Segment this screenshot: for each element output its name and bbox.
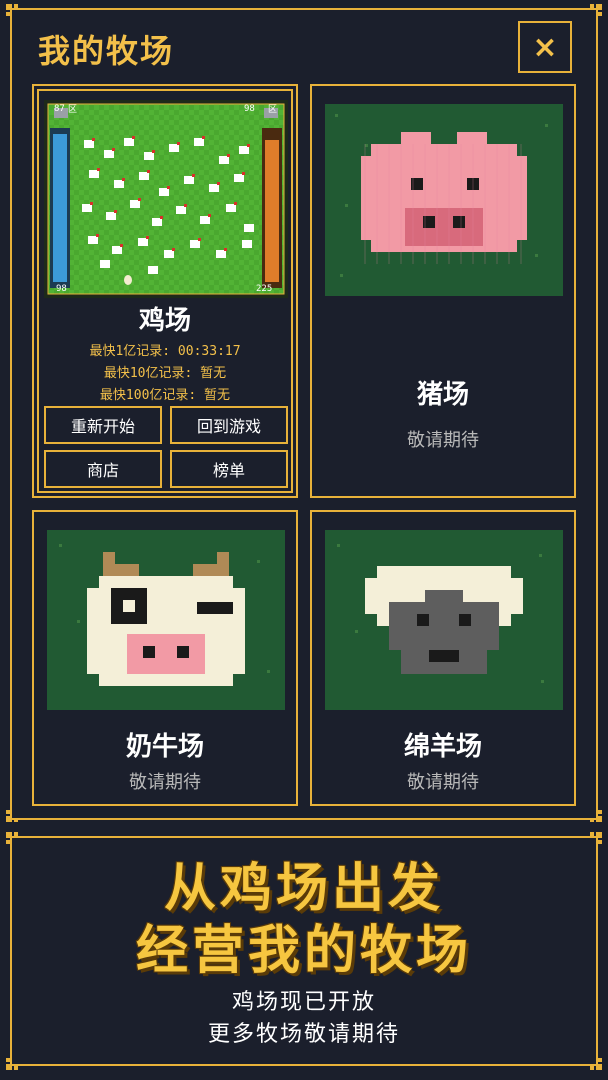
sheep-farm-preview: [325, 530, 563, 710]
pig-farm-preview: [325, 104, 563, 296]
record-10b: 最快100亿记录: 暂无: [99, 388, 231, 403]
chicken-farm-name: 鸡场: [138, 306, 191, 336]
right-zone-label: 区: [268, 105, 278, 115]
right-zone-top: 98: [244, 104, 255, 114]
leaderboard-button[interactable]: 榜单: [170, 450, 288, 488]
sheep-farm-card[interactable]: 绵羊场 敬请期待: [310, 510, 576, 806]
cow-icon: [59, 544, 270, 686]
cow-farm-status: 敬请期待: [129, 772, 201, 793]
record-1b: 最快10亿记录: 暂无: [103, 366, 227, 381]
corner-ornament-icon: [6, 810, 18, 822]
page-title: 我的牧场: [38, 32, 175, 70]
banner-headline-2: 经营我的牧场: [135, 921, 472, 981]
corner-ornament-icon: [590, 810, 602, 822]
banner-subtitle-2: 更多牧场敬请期待: [207, 1022, 400, 1047]
cow-farm-preview: [47, 530, 285, 710]
cow-farm-name: 奶牛场: [125, 732, 204, 762]
corner-ornament-icon: [6, 1058, 18, 1070]
close-button[interactable]: ×: [518, 21, 572, 73]
pig-farm-card[interactable]: 猪场 敬请期待: [310, 84, 576, 498]
chicken-farm-preview[interactable]: 87 区 98 区 98 225: [44, 100, 288, 298]
close-icon: ×: [532, 29, 558, 65]
record-100m: 最快1亿记录: 00:33:17: [89, 344, 241, 359]
egg-icon: [124, 275, 132, 285]
corner-ornament-icon: [590, 4, 602, 16]
pig-farm-status: 敬请期待: [407, 430, 479, 451]
chicken-farm-scene: [44, 100, 288, 298]
shop-button[interactable]: 商店: [44, 450, 162, 488]
pig-farm-name: 猪场: [416, 380, 469, 410]
cow-farm-card[interactable]: 奶牛场 敬请期待: [32, 510, 298, 806]
sheep-farm-name: 绵羊场: [403, 732, 482, 762]
corner-ornament-icon: [590, 1058, 602, 1070]
sheep-icon: [337, 544, 544, 683]
left-zone-top: 87: [54, 104, 65, 114]
left-count: 98: [56, 284, 67, 294]
pig-icon: [335, 114, 548, 277]
return-to-game-button[interactable]: 回到游戏: [170, 406, 288, 444]
banner-subtitle-1: 鸡场现已开放: [231, 990, 376, 1015]
restart-button[interactable]: 重新开始: [44, 406, 162, 444]
corner-ornament-icon: [6, 4, 18, 16]
chicken-farm-card[interactable]: 87 区 98 区 98 225 鸡场 最快1亿记录: 00:33:17 最快1…: [32, 84, 298, 498]
right-count: 225: [256, 284, 273, 294]
sheep-farm-status: 敬请期待: [407, 772, 479, 793]
left-zone-label: 区: [68, 105, 78, 115]
